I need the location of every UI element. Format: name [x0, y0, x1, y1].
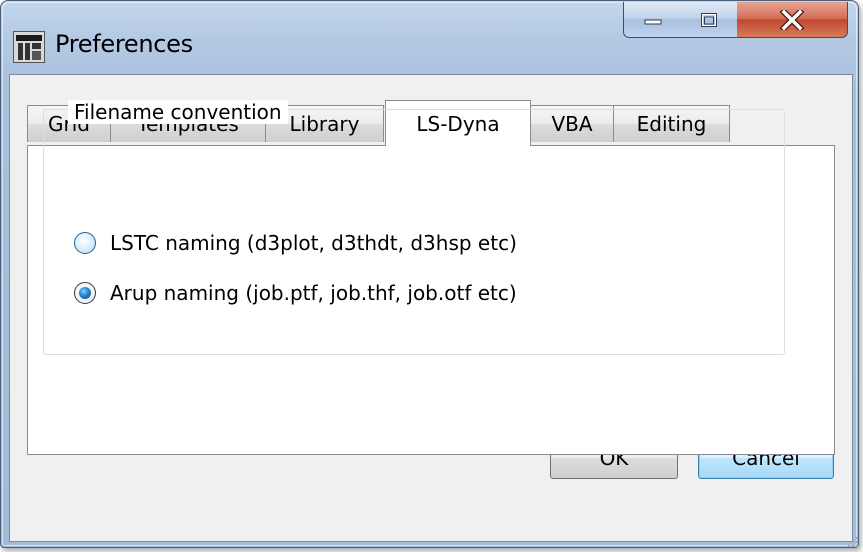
- radio-unchecked-icon[interactable]: [74, 232, 96, 254]
- resize-grip-icon[interactable]: [845, 534, 859, 548]
- radio-label: Arup naming (job.ptf, job.thf, job.otf e…: [110, 281, 517, 305]
- radio-lstc-naming[interactable]: LSTC naming (d3plot, d3thdt, d3hsp etc): [74, 228, 517, 258]
- group-legend: Filename convention: [68, 100, 288, 124]
- close-icon: [780, 9, 804, 30]
- radio-checked-icon[interactable]: [74, 282, 96, 304]
- close-button[interactable]: [737, 2, 848, 38]
- window-title: Preferences: [55, 30, 193, 58]
- minimize-icon: [644, 19, 662, 24]
- radio-label: LSTC naming (d3plot, d3thdt, d3hsp etc): [110, 231, 517, 255]
- maximize-icon: [701, 12, 717, 27]
- minimize-button[interactable]: [623, 2, 683, 38]
- caption-buttons: [623, 2, 853, 38]
- maximize-button[interactable]: [681, 2, 738, 38]
- radio-arup-naming[interactable]: Arup naming (job.ptf, job.thf, job.otf e…: [74, 278, 517, 308]
- app-icon: [13, 31, 45, 63]
